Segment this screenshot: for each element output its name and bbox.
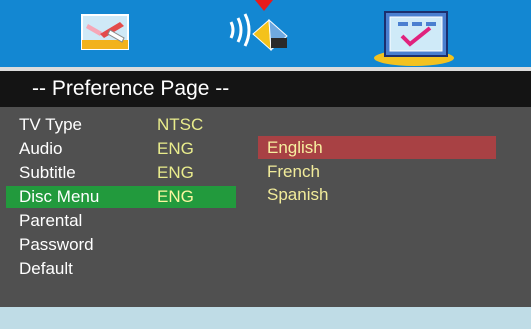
menu-item-parental[interactable]: Parental [6,210,236,232]
menu-item-label: Disc Menu [19,187,100,206]
option-french[interactable]: French [258,160,496,183]
menu-item-value: NTSC [157,115,204,134]
page-title-bar: -- Preference Page -- [0,71,531,107]
menu-item-label: Parental [19,211,83,230]
setup-tab-bar [0,0,531,67]
dvd-setup-screen: -- Preference Page -- TV Type NTSC Audio… [0,0,531,329]
audio-speaker-icon[interactable] [227,12,297,56]
option-label: French [267,162,320,181]
menu-item-value: ENG [157,163,194,182]
menu-item-label: TV Type [19,115,82,134]
preference-panel: TV Type NTSC Audio ENG Subtitle ENG Disc… [0,107,531,307]
tab-cursor-arrow-icon [255,0,273,11]
menu-item-label: Audio [19,139,63,158]
menu-item-tv-type[interactable]: TV Type NTSC [6,114,236,136]
menu-item-password[interactable]: Password [6,234,236,256]
menu-item-value: ENG [157,187,194,206]
menu-item-label: Default [19,259,73,278]
option-label: English [267,138,323,157]
option-label: Spanish [267,185,329,204]
menu-item-audio[interactable]: Audio ENG [6,138,236,160]
menu-item-value: ENG [157,139,194,158]
menu-item-label: Password [19,235,94,254]
menu-item-subtitle[interactable]: Subtitle ENG [6,162,236,184]
status-footer-bar [0,307,531,329]
page-title: -- Preference Page -- [32,77,230,100]
menu-item-label: Subtitle [19,163,76,182]
option-english[interactable]: English [258,136,496,159]
menu-item-disc-menu[interactable]: Disc Menu ENG [6,186,236,208]
option-spanish[interactable]: Spanish [258,183,496,206]
picture-settings-icon[interactable] [80,12,130,52]
menu-item-default[interactable]: Default [6,258,236,280]
preference-checklist-icon[interactable] [372,8,458,66]
